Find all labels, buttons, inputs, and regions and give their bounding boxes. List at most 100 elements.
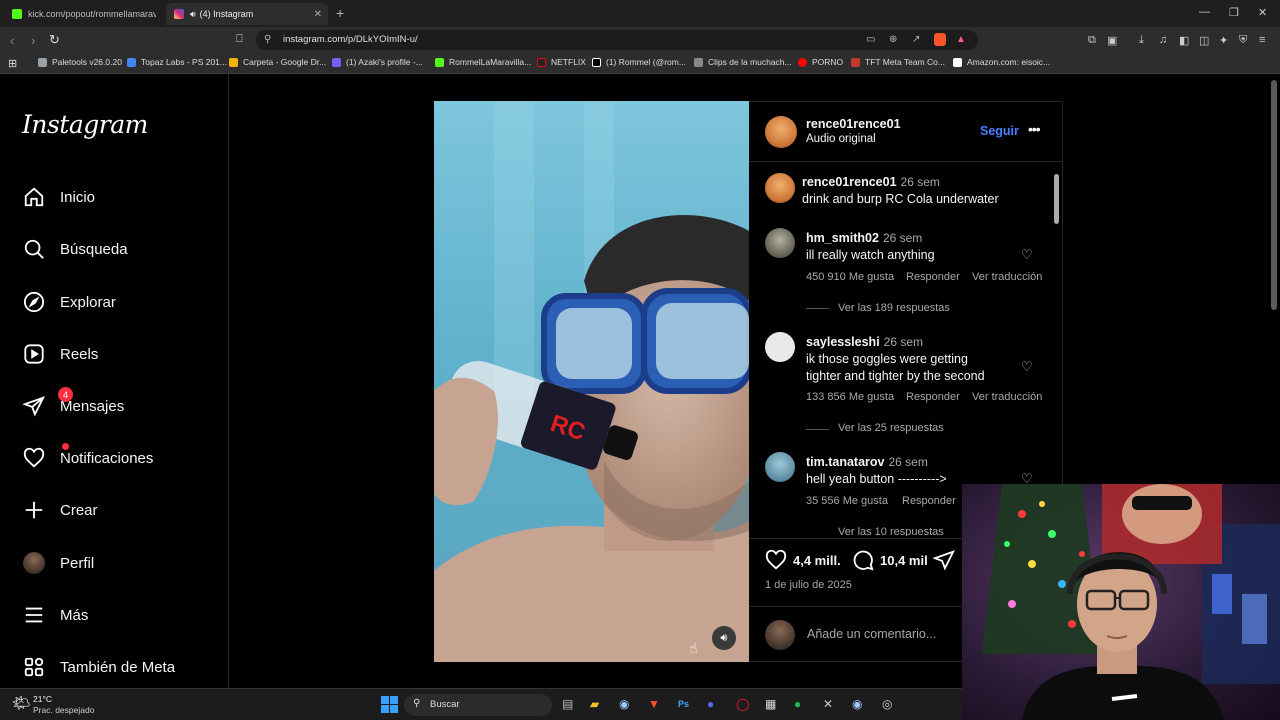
avatar[interactable] <box>765 452 795 482</box>
close-window-icon[interactable]: ✕ <box>1258 6 1267 19</box>
comment-likes[interactable]: 133 856 Me gusta <box>806 391 894 403</box>
bookmark-item[interactable]: (1) Rommel (@rom... <box>592 57 686 67</box>
brave-browser-icon[interactable]: ▼ <box>648 697 660 711</box>
cast-icon[interactable]: ▭ <box>866 34 875 45</box>
avatar[interactable] <box>765 173 795 203</box>
app-icon[interactable]: ▦ <box>765 697 776 711</box>
sidebar-item-tambien-de-meta[interactable]: También de Meta <box>22 652 175 682</box>
like-count[interactable]: 4,4 mill. <box>793 553 841 568</box>
sidebar-icon[interactable]: ◧ <box>1179 34 1189 47</box>
downloads-icon[interactable]: ⤓ <box>1139 34 1144 47</box>
like-action[interactable]: 4,4 mill. <box>765 549 841 571</box>
avatar[interactable] <box>765 228 795 258</box>
photoshop-icon[interactable]: Ps <box>678 699 689 709</box>
back-icon[interactable]: ‹ <box>10 33 14 48</box>
sidebar-item-perfil[interactable]: Perfil <box>22 548 94 578</box>
new-tab-button[interactable]: + <box>336 5 344 21</box>
post-video[interactable]: RC 🔊︎ <box>434 101 749 662</box>
sidebar-item-mensajes[interactable]: 4 Mensajes <box>22 387 124 421</box>
mute-button[interactable]: 🔊︎ <box>712 626 736 650</box>
comment-input[interactable]: Añade un comentario... <box>807 627 936 641</box>
sidebar-item-crear[interactable]: Crear <box>22 495 98 525</box>
obs-icon[interactable]: ◎ <box>882 697 892 711</box>
comment-username[interactable]: saylessleshi <box>806 335 880 349</box>
reply-button[interactable]: Responder <box>906 391 960 403</box>
steam-icon[interactable]: ◉ <box>852 697 862 711</box>
steam-icon[interactable]: ◉ <box>619 697 629 711</box>
view-replies-button[interactable]: Ver las 189 respuestas <box>838 302 950 314</box>
leo-ai-icon[interactable]: ✦ <box>1219 34 1228 47</box>
brave-shields-icon[interactable] <box>934 33 946 46</box>
apps-grid-icon[interactable]: ⊞ <box>8 57 17 70</box>
instagram-logo[interactable]: Instagram <box>22 110 148 139</box>
bookmark-item[interactable]: Paletools v26.0.20 <box>38 57 122 67</box>
translate-button[interactable]: Ver traducción <box>972 271 1042 283</box>
tab-kick[interactable]: kick.com/popout/rommellamaravilla <box>4 3 164 25</box>
menu-icon[interactable]: ≡ <box>1259 34 1265 46</box>
reply-button[interactable]: Responder <box>902 495 956 507</box>
address-bar[interactable]: ⚲ instagram.com/p/DLkYOImIN-u/ ▭ ⊕ ↗ ▲ <box>256 30 978 50</box>
riot-icon[interactable]: ✕ <box>823 697 833 711</box>
reload-icon[interactable]: ↻ <box>49 32 60 48</box>
bookmark-item[interactable]: Carpeta - Google Dr... <box>229 57 326 67</box>
tab-search-icon[interactable]: ▣ <box>1107 34 1117 47</box>
reply-button[interactable]: Responder <box>906 271 960 283</box>
sidebar-item-inicio[interactable]: Inicio <box>22 182 95 212</box>
bookmark-item[interactable]: (1) Azaki's profile -... <box>332 57 423 67</box>
bookmark-item[interactable]: NETFLIX <box>537 57 586 67</box>
view-replies-button[interactable]: Ver las 10 respuestas <box>838 526 944 536</box>
spotify-icon[interactable]: ● <box>794 697 801 711</box>
comment-icon[interactable] <box>852 549 874 571</box>
bookmark-item[interactable]: Topaz Labs - PS 201... <box>127 57 227 67</box>
more-options-icon[interactable]: ••• <box>1028 121 1041 137</box>
share-action[interactable] <box>933 549 955 571</box>
sidebar-item-notificaciones[interactable]: Notificaciones <box>22 443 153 473</box>
share-icon[interactable] <box>933 549 955 571</box>
follow-button[interactable]: Seguir <box>980 124 1019 138</box>
file-explorer-icon[interactable]: ▰ <box>590 697 599 711</box>
windows-start-icon[interactable] <box>381 696 398 713</box>
comment-username[interactable]: hm_smith02 <box>806 231 879 245</box>
sidebar-item-busqueda[interactable]: Búsqueda <box>22 234 128 264</box>
avatar[interactable] <box>765 116 797 148</box>
bookmark-item[interactable]: TFT Meta Team Co... <box>851 57 945 67</box>
comment-action[interactable]: 10,4 mil <box>852 549 928 571</box>
heart-icon[interactable] <box>765 549 787 571</box>
restore-icon[interactable]: ❐ <box>1229 6 1239 19</box>
sidebar-item-mas[interactable]: Más <box>22 600 88 630</box>
extensions-icon[interactable]: ⧉ <box>1088 34 1096 47</box>
discord-icon[interactable]: ● <box>707 697 714 711</box>
opera-icon[interactable]: ◯ <box>736 697 749 711</box>
post-author[interactable]: rence01rence01 <box>806 117 901 131</box>
share-icon[interactable]: ↗ <box>912 34 920 45</box>
like-comment-icon[interactable]: ♡ <box>1021 247 1033 263</box>
audio-label[interactable]: Audio original <box>806 133 876 145</box>
site-info-icon[interactable]: ⚲ <box>264 34 271 45</box>
weather-desc[interactable]: Prac. despejado <box>33 705 94 715</box>
weather-icon[interactable]: 🌤︎ <box>12 694 31 712</box>
comment-username[interactable]: rence01rence01 <box>802 175 897 189</box>
minimize-icon[interactable]: — <box>1199 6 1210 18</box>
tab-instagram[interactable]: 🔊︎ (4) Instagram ✕ <box>166 3 328 25</box>
scrollbar-thumb[interactable] <box>1054 174 1059 224</box>
task-view-icon[interactable]: ▤ <box>562 697 573 711</box>
like-comment-icon[interactable]: ♡ <box>1021 359 1033 375</box>
sidebar-item-reels[interactable]: Reels <box>22 339 98 369</box>
comment-likes[interactable]: 450 910 Me gusta <box>806 271 894 283</box>
close-tab-icon[interactable]: ✕ <box>314 9 322 20</box>
vpn-icon[interactable]: ⛨ <box>1239 34 1247 47</box>
comment-count[interactable]: 10,4 mil <box>880 553 928 568</box>
bookmark-item[interactable]: Clips de la muchach... <box>694 57 792 67</box>
translate-button[interactable]: Ver traducción <box>972 391 1042 403</box>
bookmark-item[interactable]: Amazon.com: eisoic... <box>953 57 1050 67</box>
view-replies-button[interactable]: Ver las 25 respuestas <box>838 422 944 434</box>
media-icon[interactable]: ♫ <box>1159 34 1167 46</box>
comment-username[interactable]: tim.tanatarov <box>806 455 885 469</box>
forward-icon[interactable]: › <box>31 33 35 48</box>
bookmark-item[interactable]: RommelLaMaravilla... <box>435 57 531 67</box>
sidebar-item-explorar[interactable]: Explorar <box>22 287 116 317</box>
zoom-icon[interactable]: ⊕ <box>889 34 897 45</box>
comment-likes[interactable]: 35 556 Me gusta <box>806 495 888 507</box>
page-scrollbar[interactable] <box>1271 80 1277 310</box>
taskbar-search[interactable]: ⚲ Buscar <box>404 694 552 716</box>
